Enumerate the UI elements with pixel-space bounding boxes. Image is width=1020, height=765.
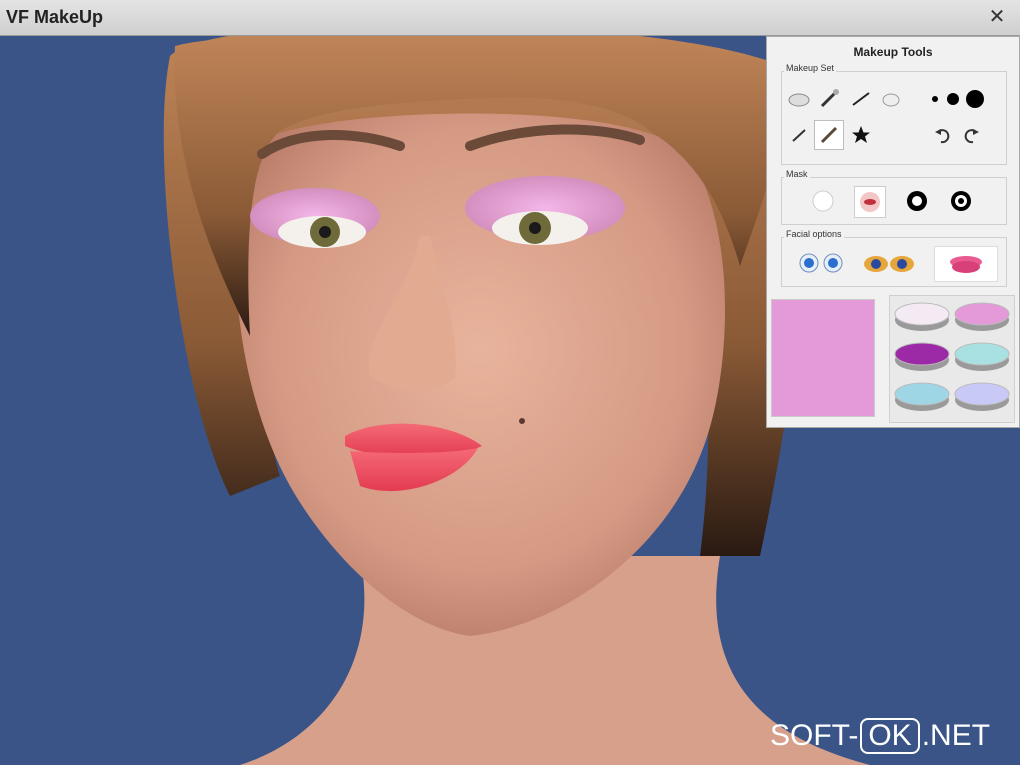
makeup-set-group: Makeup Set — [781, 63, 1007, 165]
palette-pot[interactable] — [894, 300, 950, 332]
redo-icon[interactable] — [958, 122, 984, 148]
mask-eye-inner-icon[interactable] — [948, 188, 974, 214]
window-title: VF MakeUp — [6, 7, 104, 27]
undo-icon[interactable] — [930, 122, 956, 148]
mask-lips-icon[interactable] — [854, 186, 886, 218]
panel-title: Makeup Tools — [853, 45, 933, 59]
palette-pot[interactable] — [954, 300, 1010, 332]
palette-pot[interactable] — [954, 380, 1010, 412]
close-icon[interactable]: ✕ — [986, 6, 1008, 28]
mask-eye-ring-icon[interactable] — [904, 188, 930, 214]
mask-label: Mask — [784, 169, 810, 179]
pencil-icon[interactable] — [814, 120, 844, 150]
makeup-tools-panel: Makeup Tools Makeup Set Mask Facial opti… — [766, 36, 1020, 428]
small-brush-icon[interactable] — [786, 122, 812, 148]
watermark-box: OK — [860, 718, 920, 754]
palette-pot[interactable] — [954, 340, 1010, 372]
mask-group: Mask — [781, 169, 1007, 225]
watermark-right: .NET — [921, 719, 991, 752]
star-icon[interactable] — [848, 122, 874, 148]
current-color-swatch[interactable] — [771, 299, 875, 417]
mask-none-icon[interactable] — [810, 188, 836, 214]
makeup-set-label: Makeup Set — [784, 63, 837, 73]
sponge-icon[interactable] — [786, 86, 812, 112]
eyes-icon[interactable] — [862, 248, 916, 278]
brush-icon[interactable] — [816, 86, 842, 112]
color-palette — [889, 295, 1015, 423]
lips-icon[interactable] — [934, 246, 998, 282]
eye-color-icon[interactable] — [796, 248, 846, 278]
palette-pot[interactable] — [894, 340, 950, 372]
palette-pot[interactable] — [894, 380, 950, 412]
title-bar: VF MakeUp ✕ — [0, 0, 1020, 36]
facial-options-label: Facial options — [784, 229, 844, 239]
watermark-left: SOFT- — [770, 719, 859, 752]
liner-brush-icon[interactable] — [848, 86, 874, 112]
powder-icon[interactable] — [878, 86, 904, 112]
facial-options-group: Facial options — [781, 229, 1007, 287]
watermark: SOFT- OK .NET — [770, 718, 990, 754]
large-dot-icon[interactable] — [962, 86, 988, 112]
